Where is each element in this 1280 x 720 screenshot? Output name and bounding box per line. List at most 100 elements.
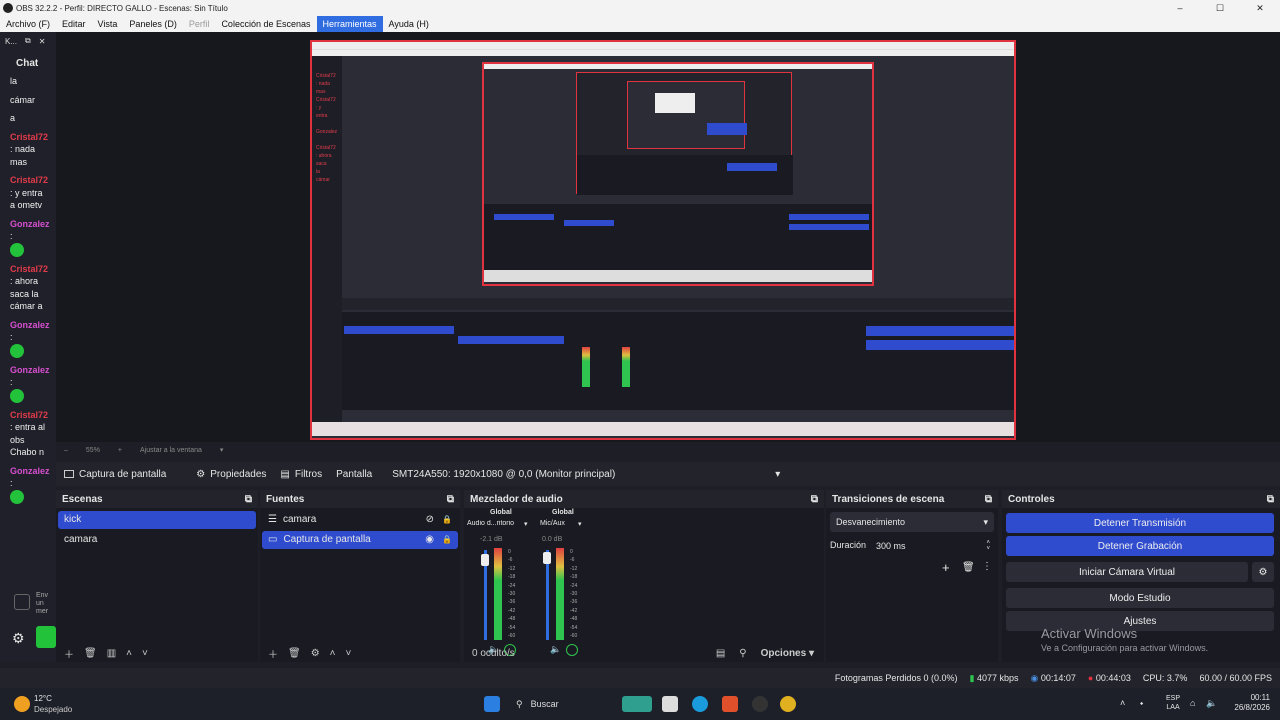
chat-input-placeholder[interactable]: Env un mer [36, 592, 54, 616]
source-item[interactable]: ▭ Captura de pantalla ◉ 🔒 [262, 531, 458, 549]
link-icon[interactable]: ⚲ [739, 648, 746, 659]
meter-scale: 0 -6 -12 -18 -24 -30 -36 -42 -48 -54 -60 [570, 548, 577, 640]
gear-icon[interactable]: ⚙ [1252, 562, 1274, 582]
chevron-down-icon[interactable]: ▾ [578, 520, 582, 528]
weather-temp[interactable]: 12°C [34, 694, 52, 703]
maximize-button[interactable]: ☐ [1200, 0, 1240, 16]
stop-streaming-button[interactable]: Detener Transmisión [1006, 513, 1274, 533]
undock-icon[interactable]: ⧉ [447, 494, 454, 505]
tray-app-icon[interactable]: ⬩ [1140, 698, 1143, 709]
add-icon[interactable]: + [942, 560, 950, 575]
menu-item-6[interactable]: Herramientas [316, 16, 383, 32]
windows-start-icon[interactable] [484, 696, 500, 712]
weather-icon[interactable] [14, 696, 30, 712]
properties-button[interactable]: ⚙ Propiedades [196, 469, 266, 480]
menu-item-2[interactable]: Vista [92, 16, 124, 32]
chat-username[interactable]: Cristal72 [10, 263, 48, 276]
volume-slider-handle[interactable] [543, 552, 551, 564]
chat-text: : nada mas [10, 144, 36, 167]
gear-icon[interactable]: ⚙ [12, 630, 25, 647]
chat-username[interactable]: Cristal72 [10, 131, 48, 144]
eye-icon[interactable]: ◉ [425, 531, 434, 549]
duration-value: 300 ms [876, 541, 906, 551]
emote-icon [10, 489, 24, 504]
gear-icon[interactable]: ⚙ [311, 648, 320, 659]
brave-icon[interactable] [722, 696, 738, 712]
channel-name[interactable]: Audio d...ritorio [467, 520, 523, 527]
obs-icon[interactable] [752, 696, 768, 712]
transition-select[interactable]: Desvanecimiento ▾ [830, 512, 994, 532]
menu-item-3[interactable]: Paneles (D) [123, 16, 183, 32]
lang-code: ESP [1166, 695, 1181, 702]
minimize-button[interactable]: – [1160, 0, 1200, 16]
spin-arrows-icon[interactable]: ˄ ˅ [986, 540, 990, 552]
popout-icon[interactable]: ⧉ [25, 36, 31, 46]
menu-item-5[interactable]: Colección de Escenas [215, 16, 316, 32]
close-button[interactable]: ✕ [1240, 0, 1280, 16]
lock-icon[interactable]: 🔒 [442, 511, 452, 529]
fit-to-window-select[interactable]: Ajustar a la ventana [140, 447, 202, 454]
undock-icon[interactable]: ⧉ [245, 494, 252, 505]
scene-item[interactable]: kick [58, 511, 256, 529]
file-explorer-icon[interactable] [662, 696, 678, 712]
edge-icon[interactable] [692, 696, 708, 712]
chat-username[interactable]: Gonzalez [10, 465, 50, 478]
menu-bar: Archivo (F) Editar Vista Paneles (D) Perfil C… [0, 16, 1280, 32]
chat-username[interactable]: Gonzalez [10, 319, 50, 332]
chat-username[interactable]: Gonzalez [10, 218, 50, 231]
filters-button[interactable]: ▤ Filtros [280, 469, 322, 480]
undock-icon[interactable]: ⧉ [811, 494, 818, 505]
chrome-icon[interactable] [780, 696, 796, 712]
clock[interactable]: 00:11 26/8/2026 [1224, 693, 1270, 713]
layout-icon[interactable]: ▤ [716, 648, 725, 659]
trash-icon[interactable]: 🗑 [288, 648, 301, 659]
chat-username[interactable]: Cristal72 [10, 174, 48, 187]
zoom-out-icon[interactable]: – [64, 447, 68, 454]
undock-icon[interactable]: ⧉ [985, 494, 992, 505]
chevron-down-icon[interactable]: ▾ [524, 520, 528, 528]
menu-item-1[interactable]: Editar [56, 16, 92, 32]
source-item[interactable]: ☰ camara ⊘ 🔒 [262, 511, 458, 529]
undock-icon[interactable]: ⧉ [1267, 494, 1274, 505]
tray-chevron-icon[interactable]: ˄ [1120, 698, 1125, 708]
add-icon[interactable]: ＋ [268, 646, 278, 661]
chat-username[interactable]: Gonzalez [10, 364, 50, 377]
menu-item-0[interactable]: Archivo (F) [0, 16, 56, 32]
menu-item-4[interactable]: Perfil [183, 16, 216, 32]
move-down-icon[interactable]: ˅ [142, 648, 148, 659]
chat-username[interactable]: Cristal72 [10, 409, 48, 422]
stop-recording-button[interactable]: Detener Grabación [1006, 536, 1274, 556]
trash-icon[interactable]: 🗑 [84, 648, 97, 659]
preview-screen-capture[interactable]: Cristal72: nada mas Cristal72: y entra Gonza… [310, 40, 1016, 440]
volume-icon[interactable]: 🔈 [1206, 698, 1217, 709]
network-icon[interactable]: ⌂ [1190, 698, 1195, 708]
studio-mode-button[interactable]: Modo Estudio [1006, 588, 1274, 608]
chat-send-button[interactable] [36, 626, 56, 648]
move-up-icon[interactable]: ˄ [330, 648, 336, 659]
chat-message: Cristal72: ahora saca la cámar a [10, 263, 48, 313]
close-icon[interactable]: ✕ [39, 37, 46, 46]
taskbar-search[interactable]: ⚲ Buscar [508, 694, 616, 714]
chat-message: Gonzalez: [10, 465, 50, 504]
options-button[interactable]: Opciones ▾ [761, 648, 814, 659]
filter-icon[interactable]: ▥ [107, 648, 116, 659]
meter-scale-tick: -36 [508, 599, 516, 606]
screen-select[interactable]: SMT24A550: 1920x1080 @ 0,0 (Monitor prin… [386, 465, 786, 483]
add-icon[interactable]: ＋ [64, 646, 74, 661]
language-indicator[interactable]: ESP LAA [1166, 694, 1180, 712]
more-icon[interactable]: ⋮ [982, 561, 992, 572]
move-down-icon[interactable]: ˅ [346, 648, 352, 659]
zoom-in-icon[interactable]: + [118, 447, 122, 454]
channel-name[interactable]: Mic/Aux [540, 520, 565, 527]
scene-item[interactable]: camara [58, 531, 256, 549]
widgets-icon[interactable] [622, 696, 652, 712]
eye-hidden-icon[interactable]: ⊘ [426, 511, 434, 529]
menu-item-7[interactable]: Ayuda (H) [383, 16, 435, 32]
volume-slider-handle[interactable] [481, 554, 489, 566]
start-virtual-camera-button[interactable]: Iniciar Cámara Virtual [1006, 562, 1248, 582]
trash-icon[interactable]: 🗑 [962, 562, 975, 573]
properties-label: Propiedades [210, 468, 267, 480]
duration-spinbox[interactable]: 300 ms ˄ ˅ [872, 536, 994, 556]
lock-icon[interactable]: 🔒 [442, 531, 452, 549]
move-up-icon[interactable]: ˄ [126, 648, 132, 659]
